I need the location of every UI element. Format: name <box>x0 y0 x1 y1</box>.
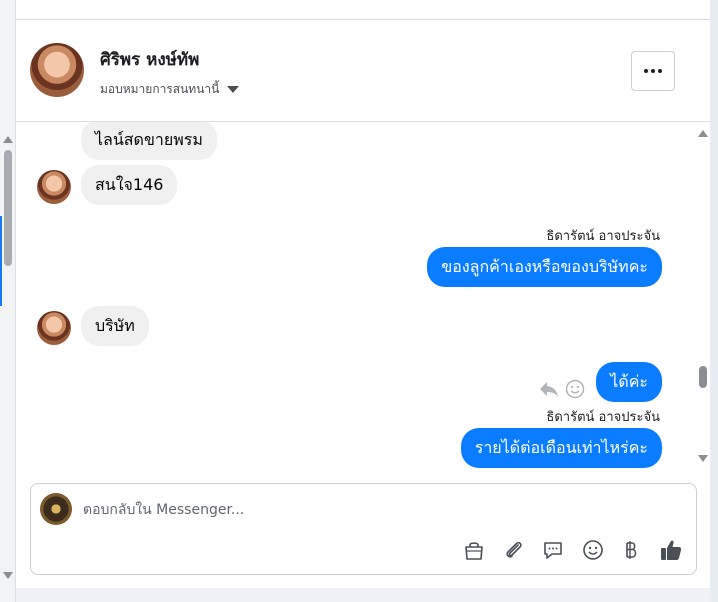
contact-avatar-small <box>37 170 71 204</box>
reply-icon[interactable] <box>538 378 560 400</box>
scrollbar-thumb[interactable] <box>4 150 12 266</box>
message-outgoing[interactable]: รายได้ต่อเดือนเท่าไหร่คะ <box>460 428 662 468</box>
more-options-button[interactable] <box>631 51 675 91</box>
message-outgoing[interactable]: ของลูกค้าเองหรือของบริษัทคะ <box>427 247 662 287</box>
sender-name: ธิดารัตน์ อาจประจัน <box>546 410 660 425</box>
contact-name[interactable]: ศิริพร หงษ์ทัพ <box>100 46 199 73</box>
scroll-down-arrow-icon[interactable] <box>698 455 708 462</box>
scroll-up-arrow-icon[interactable] <box>698 130 708 137</box>
message-composer <box>30 483 697 575</box>
scroll-up-arrow-icon[interactable] <box>3 136 13 143</box>
message-incoming[interactable]: บริษัท <box>81 306 149 346</box>
selection-accent <box>0 216 2 306</box>
window-edge <box>710 0 718 602</box>
reply-input[interactable] <box>83 498 643 522</box>
sender-name: ธิดารัตน์ อาจประจัน <box>546 229 660 244</box>
message-incoming[interactable]: สนใจ146 <box>81 165 178 205</box>
scrollbar-thumb[interactable] <box>699 366 707 388</box>
scroll-down-arrow-icon[interactable] <box>3 572 13 579</box>
message-thread[interactable]: ไลน์สดขายพรม สนใจ146 ธิดารัตน์ อาจประจัน… <box>16 122 710 472</box>
saved-reply-icon[interactable] <box>541 538 565 562</box>
left-panel-scrollbar[interactable] <box>0 0 16 602</box>
contact-avatar-small <box>37 311 71 345</box>
page-avatar <box>40 493 72 525</box>
assign-conversation-dropdown[interactable]: มอบหมายการสนทนานี้ <box>100 80 240 99</box>
more-dots-icon <box>658 69 662 73</box>
assign-label: มอบหมายการสนทนานี้ <box>100 82 220 96</box>
more-dots-icon <box>644 69 648 73</box>
paperclip-icon[interactable] <box>502 538 526 562</box>
shopping-bag-icon[interactable] <box>462 538 486 562</box>
emoji-icon[interactable] <box>581 538 605 562</box>
baht-icon[interactable] <box>619 538 643 562</box>
message-outgoing[interactable]: ได้ค่ะ <box>596 362 662 402</box>
thumbs-up-icon[interactable] <box>659 538 683 562</box>
react-emoji-icon[interactable] <box>565 379 585 399</box>
chevron-down-icon <box>227 86 240 93</box>
conversation-header: ศิริพร หงษ์ทัพ มอบหมายการสนทนานี้ <box>16 20 710 122</box>
more-dots-icon <box>651 69 655 73</box>
contact-avatar[interactable] <box>30 43 84 97</box>
message-incoming[interactable]: ไลน์สดขายพรม <box>81 122 217 160</box>
